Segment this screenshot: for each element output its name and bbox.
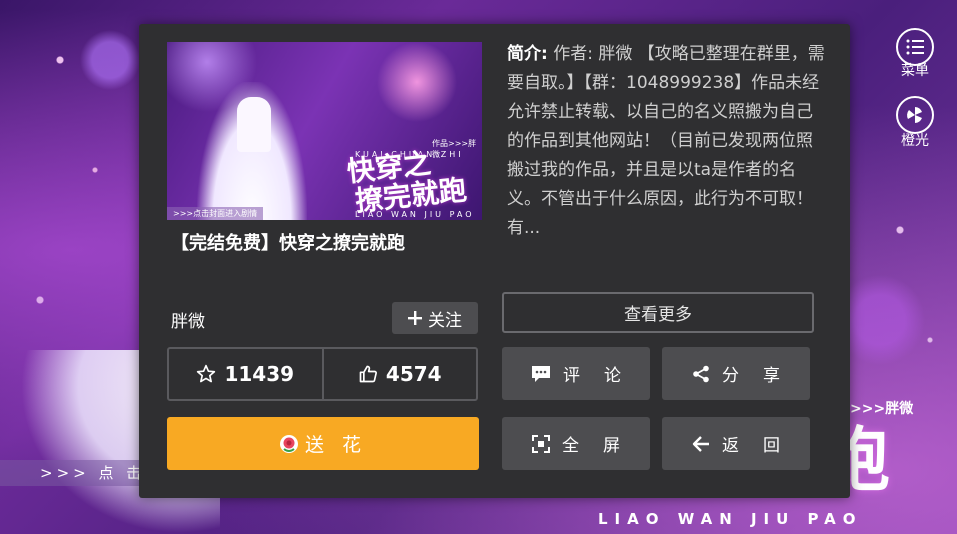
book-cover[interactable]: 作品>>>胖微 KUAI CHUAN ZHI 快穿之 撩完就跑 LIAO WAN… xyxy=(167,42,482,220)
fullscreen-icon xyxy=(532,434,550,453)
book-info-panel: 作品>>>胖微 KUAI CHUAN ZHI 快穿之 撩完就跑 LIAO WAN… xyxy=(139,24,850,498)
likes-count: 4574 xyxy=(385,362,442,386)
menu-label: 菜单 xyxy=(901,63,929,79)
book-title: 【完结免费】快穿之撩完就跑 xyxy=(171,233,405,254)
fullscreen-label: 全屏 xyxy=(562,436,644,456)
stats-box: 11439 4574 xyxy=(167,347,478,401)
star-icon xyxy=(197,364,216,383)
description-text: 作者: 胖微 【攻略已整理在群里，需要自取。】【群：1048999238】作品未… xyxy=(507,44,825,238)
comment-button[interactable]: 评论 xyxy=(502,347,650,400)
author-name[interactable]: 胖微 xyxy=(171,307,205,332)
comment-label: 评论 xyxy=(563,366,645,386)
send-flower-button[interactable]: 送 花 xyxy=(167,417,479,470)
menu-button[interactable]: 菜单 xyxy=(885,28,945,80)
follow-label: 关注 xyxy=(428,310,462,331)
background-pinyin: LIAO WAN JIU PAO xyxy=(598,510,863,528)
like-button[interactable]: 4574 xyxy=(321,349,477,399)
favorite-button[interactable]: 11439 xyxy=(169,349,322,399)
flower-icon xyxy=(279,434,298,453)
view-more-button[interactable]: 查看更多 xyxy=(502,292,814,333)
flower-label: 送 花 xyxy=(304,434,368,456)
favorites-count: 11439 xyxy=(224,362,295,386)
cover-strip: >>>点击封面进入剧情 xyxy=(167,207,264,220)
theme-icon xyxy=(896,96,934,134)
cover-figure xyxy=(237,97,271,152)
back-label: 返回 xyxy=(722,436,804,456)
cover-pinyin-bottom: LIAO WAN JIU PAO xyxy=(355,210,475,219)
theme-label: 橙光 xyxy=(901,133,929,149)
fullscreen-button[interactable]: 全屏 xyxy=(502,417,650,470)
follow-button[interactable]: 关注 xyxy=(392,302,478,334)
share-button[interactable]: 分享 xyxy=(662,347,810,400)
back-arrow-icon xyxy=(692,435,709,452)
thumb-icon xyxy=(359,365,377,383)
theme-button[interactable]: 橙光 xyxy=(885,96,945,150)
description-label: 简介: xyxy=(507,44,548,64)
share-icon xyxy=(693,365,709,382)
plus-icon xyxy=(408,311,422,325)
share-label: 分享 xyxy=(722,366,804,386)
back-button[interactable]: 返回 xyxy=(662,417,810,470)
book-description: 简介: 作者: 胖微 【攻略已整理在群里，需要自取。】【群：1048999238… xyxy=(507,40,827,243)
comment-icon xyxy=(532,365,550,382)
